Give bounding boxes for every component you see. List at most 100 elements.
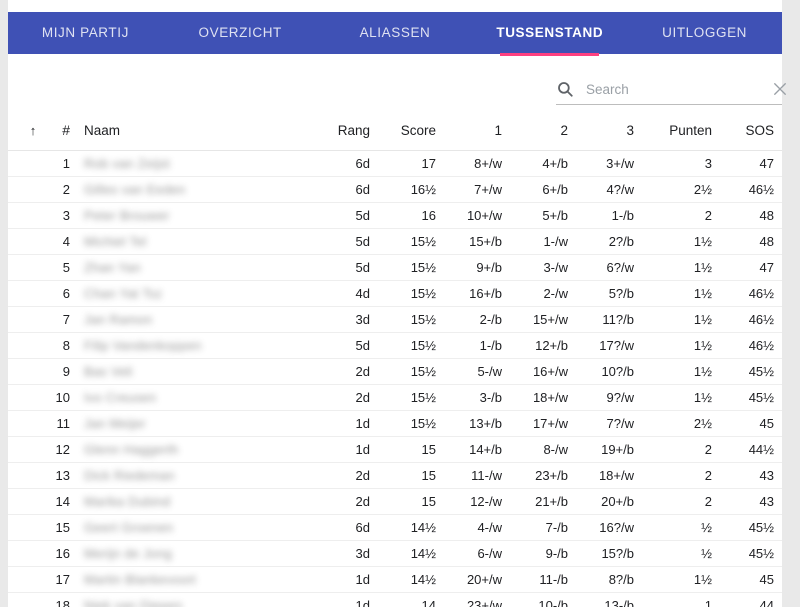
table-row[interactable]: 15Geert Groenen6d14½4-/w7-/b16?/w½45½140 xyxy=(8,515,782,541)
app-window: MIJN PARTIJ OVERZICHT ALIASSEN TUSSENSTA… xyxy=(0,0,800,607)
cell-round-2: 17+/w xyxy=(502,411,568,437)
column-header-score[interactable]: Score xyxy=(370,122,436,151)
cell-sos: 47 xyxy=(712,151,774,177)
table-row[interactable]: 14Marika Dubind2d1512-/w21+/b20+/b243126… xyxy=(8,489,782,515)
table-row[interactable]: 17Martin Blankevoort1d14½20+/w11-/b8?/b1… xyxy=(8,567,782,593)
cell-round-3: 2?/b xyxy=(568,229,634,255)
cell-round-1: 13+/b xyxy=(436,411,502,437)
cell-rang: 2d xyxy=(300,489,370,515)
cell-round-2: 9-/b xyxy=(502,541,568,567)
close-icon[interactable] xyxy=(771,80,789,98)
cell-number: 17 xyxy=(44,567,70,593)
cell-round-2: 16+/w xyxy=(502,359,568,385)
cell-score: 15 xyxy=(370,437,436,463)
cell-round-1: 5-/w xyxy=(436,359,502,385)
table-row[interactable]: 18Niek van Diepen1d1423+/w10-/b13-/b1441… xyxy=(8,593,782,607)
search-icon xyxy=(556,80,574,98)
column-header-round-2[interactable]: 2 xyxy=(502,122,568,151)
cell-score: 16 xyxy=(370,203,436,229)
cell-score: 14½ xyxy=(370,515,436,541)
cell-round-1: 7+/w xyxy=(436,177,502,203)
cell-score: 14 xyxy=(370,593,436,607)
column-header-sosos[interactable]: SOSOS xyxy=(774,122,782,151)
cell-round-1: 16+/b xyxy=(436,281,502,307)
table-row[interactable]: 6Chan Yat Tsz4d15½16+/b2-/w5?/b1½46½139 xyxy=(8,281,782,307)
nav-label: OVERZICHT xyxy=(198,25,281,40)
cell-round-2: 2-/w xyxy=(502,281,568,307)
cell-spacer xyxy=(8,229,44,255)
nav-item-aliassen[interactable]: ALIASSEN xyxy=(318,12,473,54)
cell-spacer xyxy=(8,151,44,177)
player-name-redacted: Chan Yat Tsz xyxy=(84,286,162,301)
table-row[interactable]: 7Jan Ramon3d15½2-/b15+/w11?/b1½46½137 xyxy=(8,307,782,333)
cell-name: Gilles van Eeden xyxy=(70,177,300,203)
cell-round-2: 6+/b xyxy=(502,177,568,203)
table-row[interactable]: 4Michiel Tel5d15½15+/b1-/w2?/b1½48139 xyxy=(8,229,782,255)
cell-rang: 1d xyxy=(300,411,370,437)
cell-round-1: 9+/b xyxy=(436,255,502,281)
table-row[interactable]: 9Bas Veli2d15½5-/w16+/w10?/b1½45½138 xyxy=(8,359,782,385)
cell-round-3: 18+/w xyxy=(568,463,634,489)
cell-number: 11 xyxy=(44,411,70,437)
cell-rang: 6d xyxy=(300,515,370,541)
nav-item-tussenstand[interactable]: TUSSENSTAND xyxy=(472,12,627,54)
cell-spacer xyxy=(8,463,44,489)
cell-score: 15 xyxy=(370,489,436,515)
table-row[interactable]: 16Merijn de Jong3d14½6-/w9-/b15?/b½45½13… xyxy=(8,541,782,567)
table-row[interactable]: 2Gilles van Eeden6d16½7+/w6+/b4?/w2½46½1… xyxy=(8,177,782,203)
cell-rang: 5d xyxy=(300,333,370,359)
table-row[interactable]: 5Zhan Yan5d15½9+/b3-/w6?/w1½47140 xyxy=(8,255,782,281)
cell-round-2: 1-/w xyxy=(502,229,568,255)
cell-score: 15½ xyxy=(370,307,436,333)
cell-number: 4 xyxy=(44,229,70,255)
column-header-rang[interactable]: Rang xyxy=(300,122,370,151)
cell-number: 7 xyxy=(44,307,70,333)
table-row[interactable]: 13Dick Riedeman2d1511-/w23+/b18+/w243131… xyxy=(8,463,782,489)
table-row[interactable]: 12Glenn Haggerth1d1514+/b8-/w19+/b244½13… xyxy=(8,437,782,463)
table-row[interactable]: 11Jan Meijer1d15½13+/b17+/w7?/w2½45134½ xyxy=(8,411,782,437)
table-row[interactable]: 10Ivo Creusen2d15½3-/b18+/w9?/w1½45½137½ xyxy=(8,385,782,411)
cell-score: 15½ xyxy=(370,385,436,411)
cell-number: 14 xyxy=(44,489,70,515)
column-header-punten[interactable]: Punten xyxy=(634,122,712,151)
cell-punten: ½ xyxy=(634,515,712,541)
cell-sos: 43 xyxy=(712,489,774,515)
nav-item-uitloggen[interactable]: UITLOGGEN xyxy=(627,12,782,54)
cell-punten: 2 xyxy=(634,203,712,229)
cell-round-2: 23+/b xyxy=(502,463,568,489)
column-header-sort[interactable]: ↑ xyxy=(8,122,44,151)
cell-round-3: 11?/b xyxy=(568,307,634,333)
cell-rang: 1d xyxy=(300,593,370,607)
cell-round-2: 12+/b xyxy=(502,333,568,359)
column-header-round-1[interactable]: 1 xyxy=(436,122,502,151)
cell-rang: 5d xyxy=(300,203,370,229)
cell-punten: 1 xyxy=(634,593,712,607)
cell-spacer xyxy=(8,281,44,307)
cell-sos: 46½ xyxy=(712,307,774,333)
cell-sos: 48 xyxy=(712,229,774,255)
cell-name: Jan Ramon xyxy=(70,307,300,333)
column-header-naam[interactable]: Naam xyxy=(70,122,300,151)
cell-punten: 1½ xyxy=(634,567,712,593)
cell-number: 2 xyxy=(44,177,70,203)
table-row[interactable]: 3Peter Brouwer5d1610+/w5+/b1-/b248139½ xyxy=(8,203,782,229)
search-input[interactable] xyxy=(584,81,765,98)
player-name-redacted: Bas Veli xyxy=(84,364,133,379)
cell-score: 15½ xyxy=(370,411,436,437)
nav-item-mijn-partij[interactable]: MIJN PARTIJ xyxy=(8,12,163,54)
cell-sosos: 134½ xyxy=(774,411,782,437)
table-row[interactable]: 8Filip Vandenkoppen5d15½1-/b12+/b17?/w1½… xyxy=(8,333,782,359)
cell-punten: 1½ xyxy=(634,229,712,255)
cell-round-1: 11-/w xyxy=(436,463,502,489)
player-name-redacted: Martin Blankevoort xyxy=(84,572,196,587)
column-header-sos[interactable]: SOS xyxy=(712,122,774,151)
cell-spacer xyxy=(8,593,44,607)
cell-round-3: 15?/b xyxy=(568,541,634,567)
cell-spacer xyxy=(8,567,44,593)
table-row[interactable]: 1Rob van Zeijst6d178+/w4+/b3+/w347142½ xyxy=(8,151,782,177)
cell-sosos: 139½ xyxy=(774,203,782,229)
column-header-round-3[interactable]: 3 xyxy=(568,122,634,151)
cell-rang: 5d xyxy=(300,255,370,281)
column-header-number[interactable]: # xyxy=(44,122,70,151)
nav-item-overzicht[interactable]: OVERZICHT xyxy=(163,12,318,54)
